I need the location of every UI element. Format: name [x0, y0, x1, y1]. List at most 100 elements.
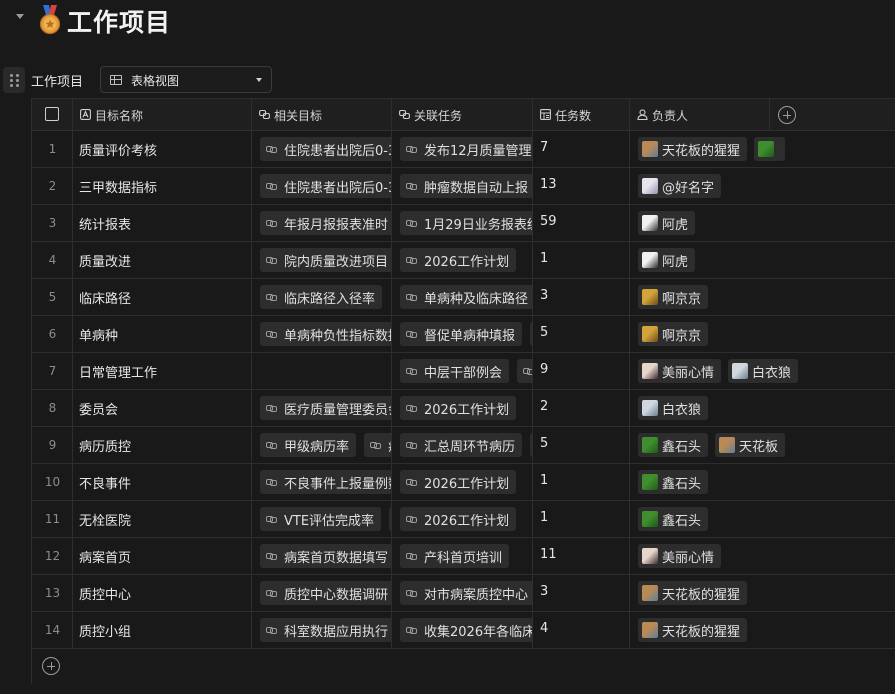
- task-count-cell[interactable]: 1: [533, 242, 630, 278]
- column-header-linked-tasks[interactable]: 关联任务: [392, 99, 533, 130]
- linked-tasks-cell[interactable]: 2026工作计划: [392, 464, 533, 500]
- owner-cell[interactable]: 鑫石头: [630, 501, 895, 537]
- table-row[interactable]: 9 病历质控 甲级病历率病 汇总周环节病历 5 鑫石头 天花板: [32, 427, 895, 464]
- related-goal-chip[interactable]: 甲级病历率: [260, 433, 357, 457]
- linked-task-chip[interactable]: 单病种及临床路径: [400, 285, 532, 309]
- linked-tasks-cell[interactable]: 发布12月质量管理: [392, 131, 533, 167]
- owner-cell[interactable]: 天花板的猩猩: [630, 612, 895, 648]
- owner-cell[interactable]: 啊京京: [630, 316, 895, 352]
- owner-cell[interactable]: @好名字: [630, 168, 895, 204]
- linked-task-chip[interactable]: 对市病案质控中心: [400, 581, 532, 605]
- linked-task-chip[interactable]: 1月29日业务报表统计: [400, 211, 532, 235]
- linked-task-chip[interactable]: [517, 359, 532, 383]
- linked-task-chip[interactable]: 汇总周环节病历: [400, 433, 523, 457]
- name-cell[interactable]: 无栓医院: [73, 501, 252, 537]
- view-selector[interactable]: 表格视图: [100, 66, 272, 93]
- table-row[interactable]: 13 质控中心 质控中心数据调研 对市病案质控中心 3 天花板的猩猩: [32, 575, 895, 612]
- task-count-cell[interactable]: 5: [533, 316, 630, 352]
- related-goal-chip[interactable]: 住院患者出院后0-31天: [260, 137, 391, 161]
- related-goals-cell[interactable]: 病案首页数据填写: [252, 538, 392, 574]
- owner-chip[interactable]: 鑫石头: [638, 470, 709, 494]
- linked-tasks-cell[interactable]: 2026工作计划: [392, 390, 533, 426]
- owner-chip[interactable]: 阿虎: [638, 248, 696, 272]
- table-row[interactable]: 11 无栓医院 VTE评估完成率 2026工作计划 1 鑫石头: [32, 501, 895, 538]
- task-count-cell[interactable]: 9: [533, 353, 630, 389]
- related-goal-chip[interactable]: 单病种负性指标数据: [260, 322, 391, 346]
- linked-tasks-cell[interactable]: 单病种及临床路径: [392, 279, 533, 315]
- owner-chip[interactable]: 鑫石头: [638, 433, 709, 457]
- name-cell[interactable]: 质量改进: [73, 242, 252, 278]
- table-row[interactable]: 5 临床路径 临床路径入径率 单病种及临床路径 3 啊京京: [32, 279, 895, 316]
- name-cell[interactable]: 不良事件: [73, 464, 252, 500]
- owner-cell[interactable]: 阿虎: [630, 205, 895, 241]
- owner-chip[interactable]: 天花板的猩猩: [638, 618, 748, 642]
- column-header-name[interactable]: 目标名称: [73, 99, 252, 130]
- related-goals-cell[interactable]: 年报月报报表准时: [252, 205, 392, 241]
- owner-chip[interactable]: 天花板: [715, 433, 786, 457]
- linked-tasks-cell[interactable]: 中层干部例会: [392, 353, 533, 389]
- name-cell[interactable]: 质控小组: [73, 612, 252, 648]
- table-row[interactable]: 1 质量评价考核 住院患者出院后0-31天 发布12月质量管理 7 天花板的猩猩: [32, 131, 895, 168]
- related-goal-chip[interactable]: 住院患者出院后0-31天: [260, 174, 391, 198]
- select-all-checkbox[interactable]: [45, 107, 59, 121]
- linked-task-chip[interactable]: 督促单病种填报: [400, 322, 523, 346]
- linked-task-chip[interactable]: 收集2026年各临床: [400, 618, 532, 642]
- owner-cell[interactable]: 白衣狼: [630, 390, 895, 426]
- name-cell[interactable]: 三甲数据指标: [73, 168, 252, 204]
- related-goal-chip[interactable]: 科室数据应用执行: [260, 618, 391, 642]
- column-header-owner[interactable]: 负责人: [630, 99, 770, 130]
- related-goals-cell[interactable]: VTE评估完成率: [252, 501, 392, 537]
- owner-cell[interactable]: 天花板的猩猩: [630, 131, 895, 167]
- task-count-cell[interactable]: 3: [533, 575, 630, 611]
- table-row[interactable]: 8 委员会 医疗质量管理委员会 2026工作计划 2 白衣狼: [32, 390, 895, 427]
- linked-task-chip[interactable]: 中层干部例会: [400, 359, 510, 383]
- owner-chip[interactable]: 美丽心情: [638, 359, 722, 383]
- linked-tasks-cell[interactable]: 督促单病种填报: [392, 316, 533, 352]
- related-goals-cell[interactable]: 医疗质量管理委员会: [252, 390, 392, 426]
- linked-task-chip[interactable]: 产科首页培训: [400, 544, 510, 568]
- task-count-cell[interactable]: 5: [533, 427, 630, 463]
- owner-cell[interactable]: 天花板的猩猩: [630, 575, 895, 611]
- name-cell[interactable]: 病案首页: [73, 538, 252, 574]
- database-title[interactable]: 工作项目: [31, 71, 83, 90]
- owner-chip[interactable]: 白衣狼: [638, 396, 709, 420]
- linked-tasks-cell[interactable]: 对市病案质控中心: [392, 575, 533, 611]
- linked-tasks-cell[interactable]: 汇总周环节病历: [392, 427, 533, 463]
- task-count-cell[interactable]: 13: [533, 168, 630, 204]
- task-count-cell[interactable]: 11: [533, 538, 630, 574]
- related-goals-cell[interactable]: 住院患者出院后0-31天: [252, 131, 392, 167]
- linked-tasks-cell[interactable]: 肿瘤数据自动上报: [392, 168, 533, 204]
- name-cell[interactable]: 质控中心: [73, 575, 252, 611]
- add-column-icon[interactable]: [778, 106, 796, 124]
- related-goal-chip[interactable]: 年报月报报表准时: [260, 211, 391, 235]
- related-goal-chip[interactable]: 医疗质量管理委员会: [260, 396, 391, 420]
- linked-tasks-cell[interactable]: 2026工作计划: [392, 501, 533, 537]
- table-row[interactable]: 14 质控小组 科室数据应用执行 收集2026年各临床 4 天花板的猩猩: [32, 612, 895, 649]
- table-row[interactable]: 3 统计报表 年报月报报表准时 1月29日业务报表统计 59 阿虎: [32, 205, 895, 242]
- table-row[interactable]: 4 质量改进 院内质量改进项目 2026工作计划 1 阿虎: [32, 242, 895, 279]
- related-goals-cell[interactable]: 甲级病历率病: [252, 427, 392, 463]
- linked-tasks-cell[interactable]: 产科首页培训: [392, 538, 533, 574]
- linked-task-chip[interactable]: 2026工作计划: [400, 507, 517, 531]
- owner-chip[interactable]: 天花板的猩猩: [638, 137, 748, 161]
- drag-handle-icon[interactable]: [3, 67, 25, 93]
- owner-chip[interactable]: 天花板的猩猩: [638, 581, 748, 605]
- owner-chip[interactable]: @好名字: [638, 174, 722, 198]
- name-cell[interactable]: 临床路径: [73, 279, 252, 315]
- related-goals-cell[interactable]: 科室数据应用执行: [252, 612, 392, 648]
- name-cell[interactable]: 病历质控: [73, 427, 252, 463]
- owner-cell[interactable]: 鑫石头: [630, 464, 895, 500]
- linked-task-chip[interactable]: 肿瘤数据自动上报: [400, 174, 532, 198]
- owner-cell[interactable]: 鑫石头 天花板: [630, 427, 895, 463]
- add-row-icon[interactable]: [42, 657, 60, 675]
- related-goals-cell[interactable]: 不良事件上报量例数: [252, 464, 392, 500]
- owner-chip[interactable]: 啊京京: [638, 285, 709, 309]
- owner-cell[interactable]: 啊京京: [630, 279, 895, 315]
- related-goal-chip[interactable]: 病: [364, 433, 391, 457]
- task-count-cell[interactable]: 59: [533, 205, 630, 241]
- name-cell[interactable]: 质量评价考核: [73, 131, 252, 167]
- linked-task-chip[interactable]: 2026工作计划: [400, 396, 517, 420]
- owner-cell[interactable]: 阿虎: [630, 242, 895, 278]
- related-goal-chip[interactable]: 院内质量改进项目: [260, 248, 391, 272]
- column-header-task-count[interactable]: 任务数: [533, 99, 630, 130]
